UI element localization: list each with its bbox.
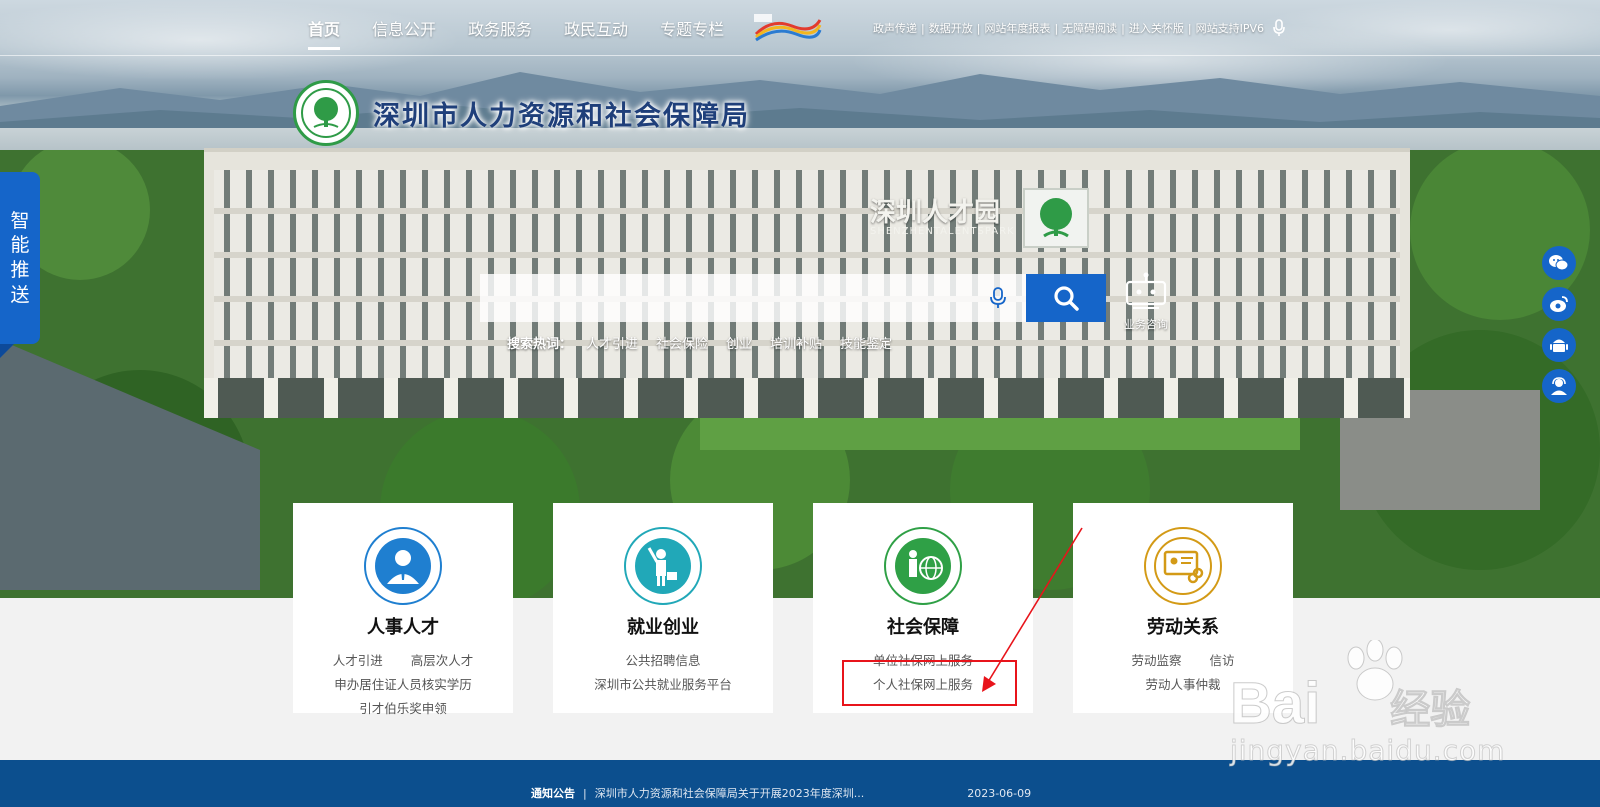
- main-nav: 首页 信息公开 政务服务 政民互动 专题专栏: [308, 16, 724, 50]
- business-consult-button[interactable]: 业务咨询: [1118, 272, 1174, 332]
- nav-info-disclosure[interactable]: 信息公开: [372, 16, 436, 50]
- baidu-watermark: Bai 经验 jingyan.baidu.com: [1229, 640, 1530, 780]
- tree-emblem-icon: [1022, 188, 1089, 248]
- link-talent-scout-award[interactable]: 引才伯乐奖申领: [359, 697, 447, 721]
- person-globe-icon: [884, 527, 962, 605]
- hot-word-skill-appraisal[interactable]: 技能鉴定: [840, 333, 892, 352]
- watermark-url: jingyan.baidu.com: [1229, 734, 1506, 768]
- bureau-emblem-icon: [293, 80, 359, 146]
- link-talent-intro[interactable]: 人才引进: [333, 649, 383, 673]
- microphone-icon[interactable]: [1272, 19, 1286, 37]
- businessman-icon: [364, 527, 442, 605]
- service-cards: 人事人才 人才引进 高层次人才 申办居住证人员核实学历 引才伯乐奖申领 就业创业 …: [293, 503, 1293, 716]
- nav-public-interaction[interactable]: 政民互动: [564, 16, 628, 50]
- util-link-gov-voice[interactable]: 政声传递: [873, 20, 917, 36]
- card-employment-entrepreneurship[interactable]: 就业创业 公共招聘信息 深圳市公共就业服务平台: [553, 503, 773, 713]
- floating-share-icons: [1542, 246, 1576, 403]
- util-link-annual-report[interactable]: 网站年度报表: [984, 20, 1050, 36]
- link-high-level-talent[interactable]: 高层次人才: [411, 649, 474, 673]
- search-icon: [1054, 286, 1079, 311]
- link-public-employment-platform[interactable]: 深圳市公共就业服务平台: [594, 673, 732, 697]
- card-title: 人事人才: [367, 617, 439, 638]
- talent-park-sign: 深圳人才园 SHENZHENTALENTSPARK: [870, 188, 1110, 248]
- watermark-main: Bai 经验: [1229, 671, 1471, 737]
- robot-icon: [1125, 272, 1167, 309]
- search-bar: [480, 274, 1106, 322]
- voice-search-icon[interactable]: [988, 287, 1008, 309]
- utility-links: 政声传递 | 数据开放 | 网站年度报表 | 无障碍阅读 | 进入关怀版 | 网站支持IP…: [873, 19, 1286, 37]
- nav-home[interactable]: 首页: [308, 16, 341, 50]
- util-link-accessibility[interactable]: 无障碍阅读: [1062, 20, 1117, 36]
- smart-push-char: 智: [10, 209, 30, 232]
- util-link-care-mode[interactable]: 进入关怀版: [1129, 20, 1184, 36]
- job-seeker-icon: [624, 527, 702, 605]
- wechat-icon[interactable]: [1542, 246, 1576, 280]
- notice-ticker[interactable]: 通知公告 | 深圳市人力资源和社会保障局关于开展2023年度深圳... 2023…: [531, 785, 1031, 801]
- link-labor-inspection[interactable]: 劳动监察: [1131, 649, 1181, 673]
- smart-push-char: 送: [10, 283, 30, 306]
- site-header-logo[interactable]: 深圳市人力资源和社会保障局: [293, 80, 750, 146]
- hot-words: 搜索热词： 人才引进 社会保险 创业 培训补贴 技能鉴定: [507, 333, 892, 352]
- card-personnel-talent[interactable]: 人事人才 人才引进 高层次人才 申办居住证人员核实学历 引才伯乐奖申领: [293, 503, 513, 716]
- hot-word-social-insurance[interactable]: 社会保险: [656, 333, 708, 352]
- hot-word-training-subsidy[interactable]: 培训补贴: [770, 333, 822, 352]
- card-links: 公共招聘信息 深圳市公共就业服务平台: [553, 649, 773, 697]
- business-consult-label: 业务咨询: [1124, 318, 1168, 331]
- util-link-ipv6[interactable]: 网站支持IPV6: [1196, 20, 1264, 36]
- android-icon[interactable]: [1542, 328, 1576, 362]
- smart-push-char: 推: [10, 259, 30, 281]
- card-title: 就业创业: [627, 617, 699, 638]
- annotation-arrow: [982, 527, 1083, 692]
- util-link-open-data[interactable]: 数据开放: [929, 20, 973, 36]
- smart-push-tab[interactable]: 智 能 推 送: [0, 172, 40, 358]
- link-public-recruitment[interactable]: 公共招聘信息: [625, 649, 700, 673]
- card-title: 劳动关系: [1147, 617, 1219, 638]
- shenzhen-china-logo[interactable]: [752, 12, 822, 42]
- top-bar: 首页 信息公开 政务服务 政民互动 专题专栏 政声传递 | 数据开放 | 网站年度报…: [0, 0, 1600, 56]
- hot-word-talent-intro[interactable]: 人才引进: [586, 333, 638, 352]
- notice-text[interactable]: 深圳市人力资源和社会保障局关于开展2023年度深圳...: [595, 785, 864, 801]
- hot-words-label: 搜索热词：: [507, 337, 573, 352]
- card-links: 人才引进 高层次人才 申办居住证人员核实学历 引才伯乐奖申领: [293, 649, 513, 721]
- park-sign-en: SHENZHENTALENTSPARK: [870, 225, 1015, 237]
- search-input[interactable]: [480, 274, 1026, 322]
- notice-label: 通知公告: [531, 787, 575, 800]
- nav-gov-services[interactable]: 政务服务: [468, 16, 532, 50]
- hot-word-entrepreneurship[interactable]: 创业: [726, 333, 752, 352]
- nav-special-topics[interactable]: 专题专栏: [660, 16, 724, 50]
- weibo-icon[interactable]: [1542, 287, 1576, 321]
- site-title: 深圳市人力资源和社会保障局: [373, 100, 750, 132]
- link-labor-arbitration[interactable]: 劳动人事仲裁: [1145, 673, 1220, 697]
- smart-push-char: 能: [10, 234, 30, 257]
- park-sign-text: 深圳人才园: [870, 197, 1001, 228]
- link-residence-education-verify[interactable]: 申办居住证人员核实学历: [334, 673, 472, 697]
- customer-service-icon[interactable]: [1542, 369, 1576, 403]
- notice-date: 2023-06-09: [967, 786, 1032, 800]
- id-card-link-icon: [1144, 527, 1222, 605]
- search-button[interactable]: [1026, 274, 1106, 322]
